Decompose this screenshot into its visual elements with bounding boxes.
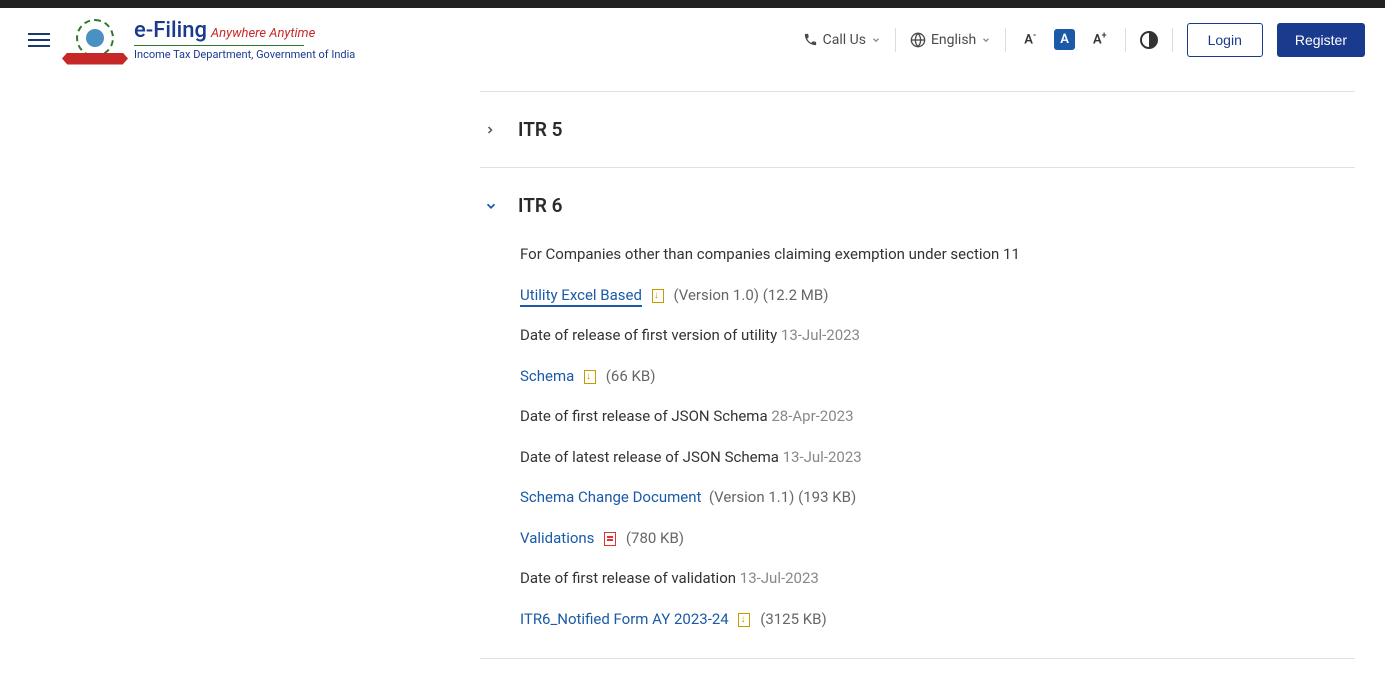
- register-button[interactable]: Register: [1277, 23, 1365, 57]
- main-content: ITR 5 ITR 6 For Companies other than com…: [0, 71, 1385, 699]
- schema-change-link[interactable]: Schema Change Document: [520, 488, 701, 506]
- schema-change-meta: (Version 1.1) (193 KB): [709, 488, 856, 506]
- chevron-down-icon: [871, 35, 881, 45]
- contrast-toggle[interactable]: [1140, 31, 1158, 49]
- validations-link[interactable]: Validations: [520, 529, 594, 547]
- language-label: English: [931, 32, 976, 48]
- schema-latest-date: 13-Jul-2023: [783, 448, 862, 466]
- font-increase-button[interactable]: A+: [1089, 29, 1111, 49]
- chevron-right-icon: [484, 124, 500, 136]
- phone-icon: [803, 32, 818, 47]
- site-title: e-Filing: [134, 18, 207, 43]
- schema-first-date-label: Date of first release of JSON Schema: [520, 407, 768, 425]
- call-us-dropdown[interactable]: Call Us: [803, 32, 881, 48]
- font-decrease-button[interactable]: A-: [1020, 29, 1040, 49]
- schema-meta: (66 KB): [606, 367, 656, 385]
- menu-button[interactable]: [20, 25, 58, 55]
- utility-date-label: Date of release of first version of util…: [520, 326, 777, 344]
- schema-latest-date-label: Date of latest release of JSON Schema: [520, 448, 779, 466]
- accordion-title: ITR 5: [518, 118, 563, 141]
- globe-icon: [910, 32, 926, 48]
- download-icon[interactable]: [738, 613, 750, 627]
- validations-meta: (780 KB): [626, 529, 684, 547]
- pdf-icon[interactable]: [604, 532, 616, 546]
- schema-link[interactable]: Schema: [520, 367, 574, 385]
- utility-excel-link[interactable]: Utility Excel Based: [520, 286, 642, 307]
- chevron-down-icon: [981, 35, 991, 45]
- font-normal-button[interactable]: A: [1054, 29, 1075, 50]
- itr6-description: For Companies other than companies claim…: [520, 243, 1351, 266]
- chevron-down-icon: [484, 199, 500, 213]
- site-tagline: Anywhere Anytime: [211, 26, 315, 41]
- utility-meta: (Version 1.0) (12.2 MB): [673, 286, 828, 304]
- login-button[interactable]: Login: [1187, 23, 1263, 57]
- download-icon[interactable]: [584, 370, 596, 384]
- notified-form-link[interactable]: ITR6_Notified Form AY 2023-24: [520, 610, 729, 628]
- accordion-body-itr6: For Companies other than companies claim…: [480, 243, 1355, 658]
- site-logo[interactable]: e-Filing Anywhere Anytime Income Tax Dep…: [70, 18, 355, 61]
- validations-date-label: Date of first release of validation: [520, 569, 736, 587]
- site-subtitle: Income Tax Department, Government of Ind…: [134, 48, 355, 61]
- accordion-header-itr6[interactable]: ITR 6: [480, 168, 1355, 243]
- notified-form-meta: (3125 KB): [760, 610, 827, 628]
- validations-date: 13-Jul-2023: [740, 569, 819, 587]
- app-header: e-Filing Anywhere Anytime Income Tax Dep…: [0, 8, 1385, 71]
- accordion-title: ITR 6: [518, 194, 563, 217]
- download-icon[interactable]: [652, 289, 664, 303]
- language-dropdown[interactable]: English: [910, 32, 991, 48]
- call-us-label: Call Us: [823, 32, 866, 48]
- accordion-header-itr5[interactable]: ITR 5: [480, 92, 1355, 167]
- utility-date: 13-Jul-2023: [781, 326, 860, 344]
- schema-first-date: 28-Apr-2023: [771, 407, 853, 425]
